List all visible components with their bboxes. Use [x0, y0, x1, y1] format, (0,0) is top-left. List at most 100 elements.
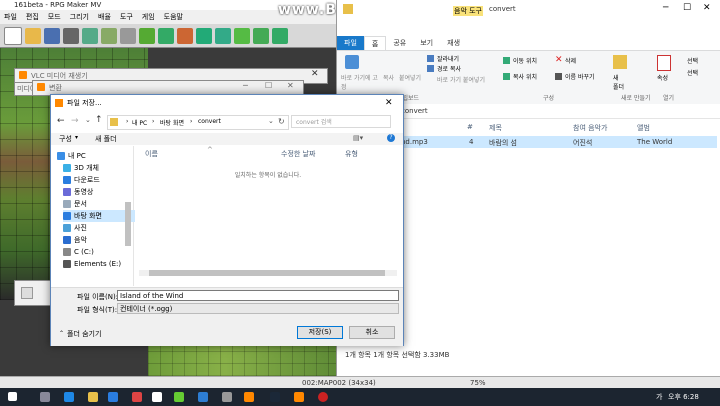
forward-icon[interactable]: → — [71, 116, 79, 126]
move-label[interactable]: 이동 위치 — [513, 56, 537, 65]
column-title[interactable]: 제목 — [489, 123, 502, 133]
task-view-icon[interactable] — [40, 392, 50, 402]
menu-file[interactable]: 파일 — [4, 10, 17, 24]
close-icon[interactable]: ✕ — [311, 69, 319, 79]
cancel-button[interactable]: 취소 — [349, 326, 395, 339]
column-album[interactable]: 앨범 — [637, 123, 650, 133]
menu-mode[interactable]: 모드 — [48, 10, 61, 24]
file-list[interactable]: 이름 ^ 수정한 날짜 유형 일치하는 항목이 없습니다. — [135, 146, 401, 286]
save-button[interactable]: 저장(S) — [297, 326, 343, 339]
event-layer-icon[interactable] — [177, 27, 193, 44]
tree-scrollbar[interactable] — [125, 202, 131, 246]
app-icon-gray[interactable] — [222, 392, 232, 402]
properties-icon[interactable] — [657, 55, 671, 71]
tree-item-c-drive[interactable]: C (C:) — [63, 246, 135, 258]
copy-path-label[interactable]: 경로 복사 — [437, 64, 461, 73]
tab-play[interactable]: 재생 — [440, 36, 467, 50]
tree-item-pc[interactable]: 내 PC — [57, 150, 129, 162]
store-icon[interactable] — [108, 392, 118, 402]
open-folder-icon[interactable] — [25, 27, 41, 44]
edge-icon[interactable] — [64, 392, 74, 402]
filetype-select[interactable]: 컨테이너 (*.ogg) — [117, 303, 399, 314]
paste-label[interactable]: 붙여넣기 — [399, 73, 421, 82]
pin-label[interactable]: 바로 가기에 고정 — [341, 73, 379, 91]
cut-label[interactable]: 잘라내기 — [437, 54, 459, 63]
tab-home[interactable]: 홈 — [363, 36, 387, 50]
new-project-icon[interactable] — [4, 26, 22, 45]
breadcrumb-pc[interactable]: 내 PC — [132, 118, 147, 127]
paste-shortcut-label[interactable]: 바로 가기 붙여넣기 — [437, 75, 485, 84]
close-icon[interactable]: ✕ — [287, 81, 294, 90]
minimize-icon[interactable]: ─ — [663, 3, 668, 13]
chevron-down-icon[interactable]: ⌄ — [268, 117, 274, 125]
map-layer-icon[interactable] — [158, 27, 174, 44]
chevron-down-icon[interactable]: ▾ — [75, 134, 78, 141]
scissors-icon[interactable] — [427, 55, 434, 62]
rename-label[interactable]: 이름 바꾸기 — [565, 72, 595, 81]
move-icon[interactable] — [503, 57, 510, 64]
menu-help[interactable]: 도움말 — [164, 10, 183, 24]
new-folder-label[interactable]: 새 폴더 — [613, 73, 625, 91]
delete-label[interactable]: 삭제 — [565, 56, 576, 65]
pin-icon[interactable] — [345, 55, 359, 69]
delete-icon[interactable]: ✕ — [555, 55, 563, 65]
app-icon-green[interactable] — [174, 392, 184, 402]
vlc-cone-icon[interactable] — [294, 392, 304, 402]
breadcrumb-convert[interactable]: convert — [198, 118, 221, 125]
select-label[interactable]: 선택 — [687, 56, 698, 65]
tree-item-3d[interactable]: 3D 개체 — [63, 162, 135, 174]
vscode-icon[interactable] — [198, 392, 208, 402]
column-type[interactable]: 유형 — [345, 149, 358, 159]
organize-button[interactable]: 구성 — [59, 134, 72, 144]
clock[interactable]: 오후 6:28 — [668, 392, 699, 402]
pencil-icon[interactable] — [196, 27, 212, 44]
minimize-icon[interactable]: ─ — [243, 81, 248, 90]
copy-path-icon[interactable] — [427, 65, 434, 72]
app-icon-white[interactable] — [152, 392, 162, 402]
shadow-pen-icon[interactable] — [272, 27, 288, 44]
filename-input[interactable]: Island of the Wind — [117, 290, 399, 301]
tab-file[interactable]: 파일 — [337, 36, 364, 50]
column-number[interactable]: # — [467, 123, 473, 131]
app-icon-orange[interactable] — [244, 392, 254, 402]
steam-icon[interactable] — [270, 392, 280, 402]
properties-label[interactable]: 속성 — [657, 73, 668, 82]
tab-share[interactable]: 공유 — [386, 36, 413, 50]
maximize-icon[interactable]: ☐ — [265, 81, 272, 90]
chevron-up-icon[interactable]: ⌃ — [59, 330, 64, 337]
hide-folders-button[interactable]: 폴더 숨기기 — [67, 329, 101, 339]
file-row[interactable]: nd.mp3 4 바람의 섬 어진석 The World — [387, 136, 717, 148]
fill-icon[interactable] — [253, 27, 269, 44]
help-icon[interactable]: ? — [387, 134, 395, 142]
cut-icon[interactable] — [63, 27, 79, 44]
copy-label[interactable]: 복사 — [383, 73, 394, 82]
tab-view[interactable]: 보기 — [413, 36, 440, 50]
breadcrumb[interactable]: › 내 PC › 바탕 화면 › convert ⌄ ↻ — [107, 115, 289, 130]
ellipse-icon[interactable] — [234, 27, 250, 44]
copy-icon[interactable] — [82, 27, 98, 44]
breadcrumb-desktop[interactable]: 바탕 화면 — [160, 118, 184, 127]
menu-tools[interactable]: 도구 — [120, 10, 133, 24]
rename-icon[interactable] — [555, 73, 562, 80]
scrollbar-thumb[interactable] — [149, 270, 385, 276]
menu-draw[interactable]: 그리기 — [70, 10, 89, 24]
windows-start-icon[interactable] — [8, 392, 17, 401]
refresh-icon[interactable]: ↻ — [278, 117, 285, 126]
music-tools-tab[interactable]: 음악 도구 — [453, 6, 483, 16]
column-date[interactable]: 수정한 날짜 — [281, 149, 315, 159]
column-name[interactable]: 이름 — [145, 149, 158, 159]
chevron-down-icon[interactable]: ⌄ — [85, 116, 91, 124]
view-icon[interactable]: ▤▾ — [353, 134, 363, 142]
app-icon-red[interactable] — [132, 392, 142, 402]
undo-icon[interactable] — [139, 27, 155, 44]
copy-to-label[interactable]: 복사 위치 — [513, 72, 537, 81]
menu-edit[interactable]: 편집 — [26, 10, 39, 24]
tree-item-downloads[interactable]: 다운로드 — [63, 174, 135, 186]
file-explorer-icon[interactable] — [88, 392, 98, 402]
new-folder-icon[interactable] — [613, 55, 627, 69]
close-icon[interactable]: ✕ — [385, 95, 393, 111]
ime-indicator[interactable]: 가 — [656, 392, 662, 402]
tree-item-e-drive[interactable]: Elements (E:) — [63, 258, 135, 270]
delete-icon[interactable] — [120, 27, 136, 44]
column-artist[interactable]: 참여 음악가 — [573, 123, 607, 133]
